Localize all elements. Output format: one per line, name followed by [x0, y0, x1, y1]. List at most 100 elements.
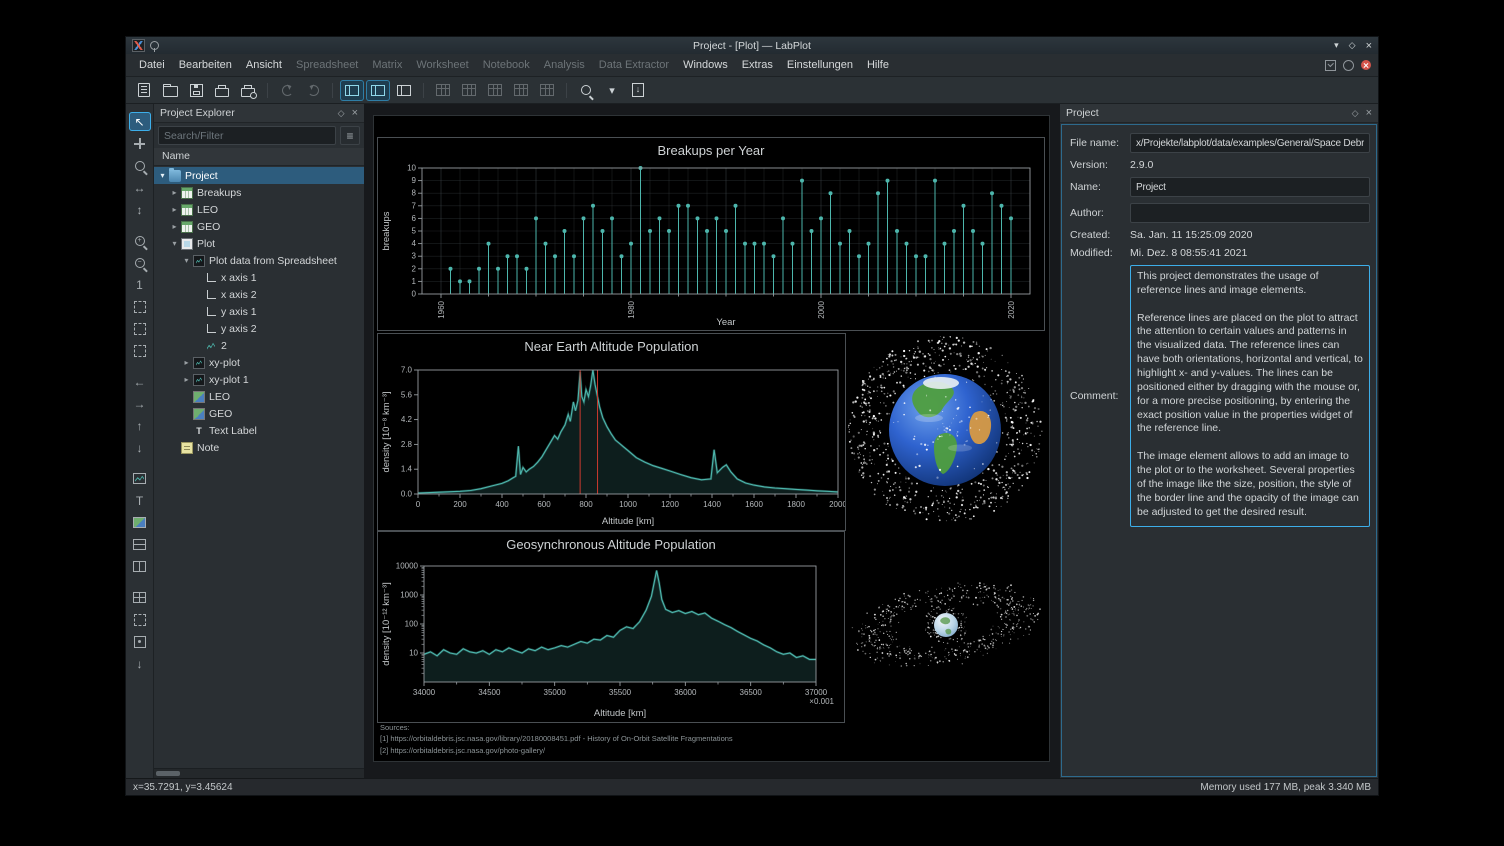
close-properties-icon[interactable]: ×	[1366, 108, 1372, 119]
menu-einstellungen[interactable]: Einstellungen	[780, 57, 860, 73]
menu-extras[interactable]: Extras	[735, 57, 780, 73]
scrollbar-thumb[interactable]	[156, 771, 180, 776]
expander-icon[interactable]: ▸	[169, 205, 180, 214]
expander-icon[interactable]: ▾	[157, 171, 168, 180]
menu-data-extractor[interactable]: Data Extractor	[592, 57, 676, 73]
add-text-label-button[interactable]: T	[129, 491, 151, 510]
zoom-out-button[interactable]: −	[129, 253, 151, 272]
shift-y-up-button[interactable]: ↑	[129, 416, 151, 435]
open-file-button[interactable]	[158, 80, 182, 101]
zoom-y-select-button[interactable]: ↕	[129, 200, 151, 219]
expander-icon[interactable]: ▾	[181, 256, 192, 265]
vertical-layout-button[interactable]	[129, 535, 151, 554]
print-button[interactable]	[210, 80, 234, 101]
expander-icon[interactable]: ▾	[169, 239, 180, 248]
tree-item-y-axis-1[interactable]: y axis 1	[154, 303, 364, 320]
save-button[interactable]	[184, 80, 208, 101]
comment-text-area[interactable]: This project demonstrates the usage of r…	[1130, 265, 1370, 527]
tree-item-x-axis-1[interactable]: x axis 1	[154, 269, 364, 286]
zoom-in-button[interactable]: +	[129, 231, 151, 250]
toolbar-options-icon[interactable]	[1343, 60, 1354, 71]
earth-debris-image[interactable]	[844, 332, 1046, 529]
zoom-select-button[interactable]	[129, 156, 151, 175]
insert-column-button[interactable]	[483, 80, 507, 101]
crosshair-button[interactable]	[129, 134, 151, 153]
tree-item-leo[interactable]: LEO	[154, 388, 364, 405]
close-button[interactable]: ×	[1366, 40, 1372, 52]
tree-item-y-axis-2[interactable]: y axis 2	[154, 320, 364, 337]
tree-item-x-axis-2[interactable]: x axis 2	[154, 286, 364, 303]
project-name-input[interactable]	[1130, 177, 1370, 197]
grid-layout-button[interactable]	[129, 588, 151, 607]
navigate-button[interactable]	[129, 632, 151, 651]
zoom-fit-height-button[interactable]	[129, 341, 151, 360]
filter-options-icon[interactable]: ≡	[340, 126, 360, 145]
close-panel-icon[interactable]: ×	[352, 108, 358, 119]
properties-header[interactable]: Project ◇ ×	[1060, 104, 1378, 123]
shade-button[interactable]: ▾	[1334, 40, 1339, 51]
file-name-input[interactable]	[1130, 133, 1370, 153]
project-explorer-header[interactable]: Project Explorer ◇ ×	[154, 104, 364, 123]
expander-icon[interactable]: ▸	[169, 222, 180, 231]
menu-worksheet[interactable]: Worksheet	[409, 57, 475, 73]
titlebar[interactable]: Project - [Plot] — LabPlot ▾ ◇ ×	[126, 37, 1378, 54]
tree-item-leo[interactable]: ▸LEO	[154, 201, 364, 218]
print-preview-button[interactable]	[236, 80, 260, 101]
shift-y-down-button[interactable]: ↓	[129, 438, 151, 457]
tree-item-note[interactable]: Note	[154, 439, 364, 456]
geo-debris-ring-image[interactable]	[851, 540, 1041, 706]
maximize-button[interactable]: ◇	[1349, 40, 1356, 51]
sort-spreadsheet-button[interactable]	[509, 80, 533, 101]
tree-item-breakups[interactable]: ▸Breakups	[154, 184, 364, 201]
tree-item-xy-plot-1[interactable]: ▸xy-plot 1	[154, 371, 364, 388]
new-document-button[interactable]	[132, 80, 156, 101]
tree-item-plot-data-from-spreadsheet[interactable]: ▾Plot data from Spreadsheet	[154, 252, 364, 269]
shift-x-left-button[interactable]: ←	[129, 372, 151, 391]
tree-item-project[interactable]: ▾Project	[154, 167, 364, 184]
add-plot-button[interactable]	[129, 469, 151, 488]
zoom-fit-page-button[interactable]	[129, 297, 151, 316]
tree-item-geo[interactable]: GEO	[154, 405, 364, 422]
insert-row-button[interactable]	[457, 80, 481, 101]
menu-hilfe[interactable]: Hilfe	[860, 57, 896, 73]
zoom-origin-button[interactable]: 1	[129, 275, 151, 294]
toggle-right-dock-button[interactable]	[392, 80, 416, 101]
zoom-x-select-button[interactable]: ↔	[129, 178, 151, 197]
geosynchronous-altitude-chart[interactable]: 3400034500350003550036000365003700010100…	[377, 531, 845, 723]
breakups-per-year-chart[interactable]: 0123456789101960198020002020Breakups per…	[377, 137, 1045, 331]
expander-icon[interactable]: ▸	[181, 358, 192, 367]
tree-item-geo[interactable]: ▸GEO	[154, 218, 364, 235]
search-input[interactable]	[158, 126, 336, 145]
zoom-worksheet-button[interactable]	[574, 80, 598, 101]
spreadsheet-statistics-button[interactable]	[535, 80, 559, 101]
tree-item-2[interactable]: 2	[154, 337, 364, 354]
worksheet-view[interactable]: 0123456789101960198020002020Breakups per…	[365, 104, 1059, 778]
menu-datei[interactable]: Datei	[132, 57, 172, 73]
expander-icon[interactable]: ▸	[169, 188, 180, 197]
tree-item-xy-plot[interactable]: ▸xy-plot	[154, 354, 364, 371]
menu-notebook[interactable]: Notebook	[476, 57, 537, 73]
menu-bearbeiten[interactable]: Bearbeiten	[172, 57, 239, 73]
horizontal-scrollbar[interactable]	[154, 768, 364, 778]
tree-item-plot[interactable]: ▾Plot	[154, 235, 364, 252]
close-document-icon[interactable]	[1361, 60, 1371, 70]
zoom-fit-width-button[interactable]	[129, 319, 151, 338]
select-cursor-button[interactable]: ↖	[129, 112, 151, 131]
near-earth-altitude-chart[interactable]: 02004006008001000120014001600180020000.0…	[377, 333, 846, 531]
tree-column-header[interactable]: Name	[154, 148, 364, 166]
undo-button[interactable]	[275, 80, 299, 101]
toggle-bottom-dock-button[interactable]	[366, 80, 390, 101]
redo-button[interactable]	[301, 80, 325, 101]
expander-icon[interactable]: ▸	[181, 375, 192, 384]
tree-item-text-label[interactable]: TText Label	[154, 422, 364, 439]
menu-ansicht[interactable]: Ansicht	[239, 57, 289, 73]
float-properties-icon[interactable]: ◇	[1352, 109, 1359, 118]
shift-x-right-button[interactable]: →	[129, 394, 151, 413]
horizontal-layout-button[interactable]	[129, 557, 151, 576]
worksheet-page[interactable]: 0123456789101960198020002020Breakups per…	[373, 115, 1050, 762]
new-spreadsheet-button[interactable]	[431, 80, 455, 101]
export-worksheet-button[interactable]: ↓	[626, 80, 650, 101]
export-view-button[interactable]: ↓	[129, 654, 151, 673]
author-input[interactable]	[1130, 203, 1370, 223]
toggle-left-dock-button[interactable]	[340, 80, 364, 101]
